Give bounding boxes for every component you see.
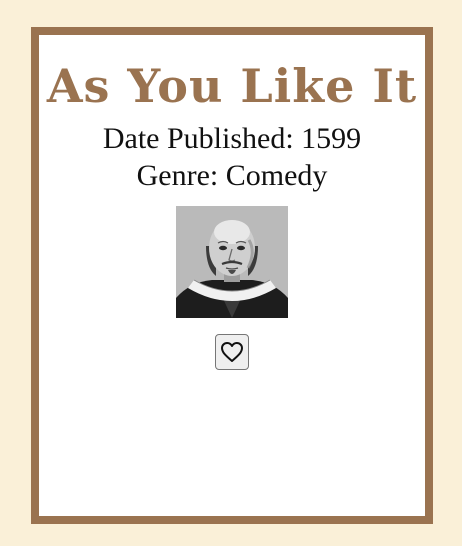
book-card: As You Like It Date Published: 1599 Genr… — [31, 27, 433, 524]
date-published: Date Published: 1599 — [102, 122, 362, 155]
author-portrait — [176, 206, 288, 318]
heart-outline-icon — [221, 342, 243, 362]
favorite-button[interactable] — [215, 334, 249, 370]
book-title: As You Like It — [46, 59, 418, 113]
genre: Genre: Comedy — [136, 159, 328, 192]
